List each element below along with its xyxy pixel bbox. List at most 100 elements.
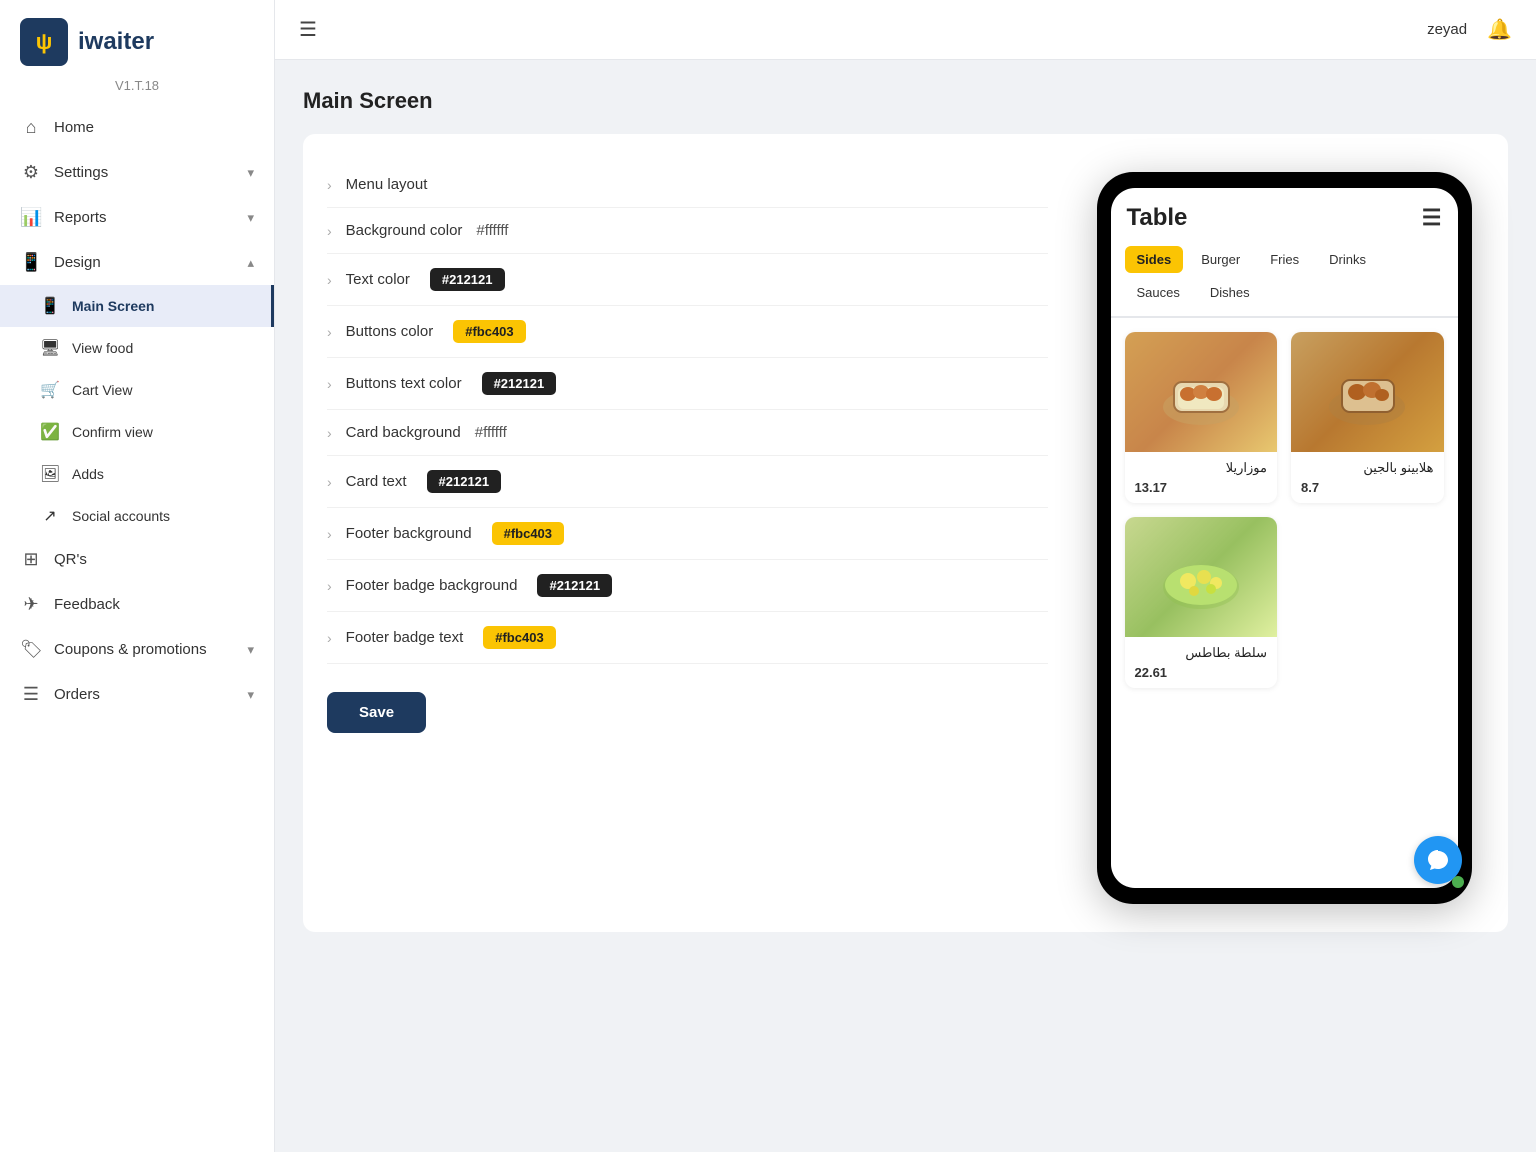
setting-label-buttons-color: Buttons color <box>346 323 434 340</box>
settings-panel: › Menu layout › Background color #ffffff… <box>327 162 1048 904</box>
sidebar-subitem-main-screen-label: Main Screen <box>72 298 154 314</box>
username-label: zeyad <box>1427 21 1467 38</box>
chevron-right-icon: › <box>327 425 332 441</box>
page-content: Main Screen › Menu layout › Background c… <box>275 60 1536 1152</box>
setting-row-footer-badge-bg[interactable]: › Footer badge background #212121 <box>327 560 1048 612</box>
phone-screen: Table ☰ Sides Burger Fries Drinks Sauces… <box>1111 188 1458 888</box>
sidebar-item-main-screen[interactable]: 📱 Main Screen <box>0 285 274 327</box>
sidebar-item-feedback[interactable]: ✈ Feedback <box>0 582 274 627</box>
sidebar-item-reports[interactable]: 📊 Reports ▾ <box>0 195 274 240</box>
logo-container: ψ iwaiter <box>0 0 274 74</box>
sidebar-item-coupons[interactable]: 🏷 Coupons & promotions ▾ <box>0 627 274 672</box>
sidebar-item-feedback-label: Feedback <box>54 596 120 613</box>
food-card-3-body: سلطة بطاطس 22.61 <box>1125 637 1278 688</box>
notification-bell-icon[interactable]: 🔔 <box>1487 17 1512 42</box>
save-button[interactable]: Save <box>327 692 426 733</box>
chevron-down-icon: ▾ <box>247 210 254 226</box>
food-card-3[interactable]: سلطة بطاطس 22.61 <box>1125 517 1278 688</box>
setting-row-bg-color[interactable]: › Background color #ffffff <box>327 208 1048 254</box>
footer-badge-text-badge: #fbc403 <box>483 626 555 649</box>
food-card-1[interactable]: موزاريلا 13.17 <box>1125 332 1278 503</box>
setting-row-footer-badge-text[interactable]: › Footer badge text #fbc403 <box>327 612 1048 664</box>
bg-color-value: #ffffff <box>476 222 508 239</box>
food-price-3: 22.61 <box>1135 665 1268 680</box>
setting-row-footer-bg[interactable]: › Footer background #fbc403 <box>327 508 1048 560</box>
chevron-right-icon: › <box>327 526 332 542</box>
setting-row-text-color[interactable]: › Text color #212121 <box>327 254 1048 306</box>
chevron-down-icon: ▾ <box>247 642 254 658</box>
sidebar-subitem-social-accounts-label: Social accounts <box>72 508 170 524</box>
sidebar-item-qrs[interactable]: ⊞ QR's <box>0 537 274 582</box>
sidebar-item-design[interactable]: 📱 Design ▴ <box>0 240 274 285</box>
food-card-2[interactable]: هلابينو بالجين 8.7 <box>1291 332 1444 503</box>
tab-dishes[interactable]: Dishes <box>1198 279 1262 306</box>
design-icon: 📱 <box>20 252 42 273</box>
tab-fries[interactable]: Fries <box>1258 246 1311 273</box>
buttons-text-color-badge: #212121 <box>482 372 557 395</box>
phone-preview: Table ☰ Sides Burger Fries Drinks Sauces… <box>1084 162 1484 904</box>
chevron-right-icon: › <box>327 223 332 239</box>
food-image-3 <box>1125 517 1278 637</box>
chevron-down-icon: ▾ <box>247 165 254 181</box>
chevron-right-icon: › <box>327 630 332 646</box>
food-grid: موزاريلا 13.17 <box>1111 318 1458 702</box>
chevron-right-icon: › <box>327 474 332 490</box>
food-price-2: 8.7 <box>1301 480 1434 495</box>
settings-icon: ⚙ <box>20 162 42 183</box>
reports-icon: 📊 <box>20 207 42 228</box>
tab-burger[interactable]: Burger <box>1189 246 1252 273</box>
tab-sides[interactable]: Sides <box>1125 246 1184 273</box>
chevron-right-icon: › <box>327 376 332 392</box>
sidebar-subitem-adds-label: Adds <box>72 466 104 482</box>
chevron-right-icon: › <box>327 177 332 193</box>
menu-toggle-button[interactable]: ☰ <box>299 17 317 42</box>
setting-label-footer-bg: Footer background <box>346 525 472 542</box>
food-image-2 <box>1291 332 1444 452</box>
sidebar-item-confirm-view[interactable]: ✅ Confirm view <box>0 411 274 453</box>
setting-label-buttons-text-color: Buttons text color <box>346 375 462 392</box>
setting-row-card-bg[interactable]: › Card background #ffffff <box>327 410 1048 456</box>
sidebar-item-home-label: Home <box>54 119 94 136</box>
text-color-badge: #212121 <box>430 268 505 291</box>
sidebar-item-orders-label: Orders <box>54 686 100 703</box>
sidebar-item-design-label: Design <box>54 254 101 271</box>
phone-menu-icon: ☰ <box>1422 205 1442 231</box>
tab-sauces[interactable]: Sauces <box>1125 279 1192 306</box>
setting-row-card-text[interactable]: › Card text #212121 <box>327 456 1048 508</box>
cart-view-icon: 🛒 <box>40 380 60 400</box>
setting-label-footer-badge-bg: Footer badge background <box>346 577 518 594</box>
sidebar-item-settings-label: Settings <box>54 164 108 181</box>
feedback-icon: ✈ <box>20 594 42 615</box>
phone-frame: Table ☰ Sides Burger Fries Drinks Sauces… <box>1097 172 1472 904</box>
sidebar-item-social-accounts[interactable]: ↗ Social accounts <box>0 495 274 537</box>
sidebar-item-settings[interactable]: ⚙ Settings ▾ <box>0 150 274 195</box>
main-screen-icon: 📱 <box>40 296 60 316</box>
setting-label-text-color: Text color <box>346 271 410 288</box>
food-card-1-body: موزاريلا 13.17 <box>1125 452 1278 503</box>
setting-label-menu-layout: Menu layout <box>346 176 428 193</box>
sidebar-item-adds[interactable]: 🖼 Adds <box>0 453 274 495</box>
content-card: › Menu layout › Background color #ffffff… <box>303 134 1508 932</box>
tab-drinks[interactable]: Drinks <box>1317 246 1378 273</box>
online-indicator <box>1452 876 1464 888</box>
phone-title: Table <box>1127 204 1188 232</box>
setting-label-bg-color: Background color <box>346 222 463 239</box>
sidebar-item-home[interactable]: ⌂ Home <box>0 105 274 150</box>
phone-header: Table ☰ <box>1111 188 1458 240</box>
setting-row-menu-layout[interactable]: › Menu layout <box>327 162 1048 208</box>
phone-tabs: Sides Burger Fries Drinks Sauces Dishes <box>1111 240 1458 318</box>
food-name-1: موزاريلا <box>1135 460 1268 476</box>
setting-row-buttons-text-color[interactable]: › Buttons text color #212121 <box>327 358 1048 410</box>
orders-icon: ☰ <box>20 684 42 705</box>
sidebar-item-orders[interactable]: ☰ Orders ▾ <box>0 672 274 717</box>
sidebar-item-view-food[interactable]: 🖥 View food <box>0 327 274 369</box>
coupons-icon: 🏷 <box>20 639 42 660</box>
sidebar-subitem-cart-view-label: Cart View <box>72 382 132 398</box>
setting-row-buttons-color[interactable]: › Buttons color #fbc403 <box>327 306 1048 358</box>
setting-label-card-text: Card text <box>346 473 407 490</box>
logo-icon: ψ <box>20 18 68 66</box>
setting-label-card-bg: Card background <box>346 424 461 441</box>
sidebar-subitem-confirm-view-label: Confirm view <box>72 424 153 440</box>
sidebar-item-cart-view[interactable]: 🛒 Cart View <box>0 369 274 411</box>
food-price-1: 13.17 <box>1135 480 1268 495</box>
